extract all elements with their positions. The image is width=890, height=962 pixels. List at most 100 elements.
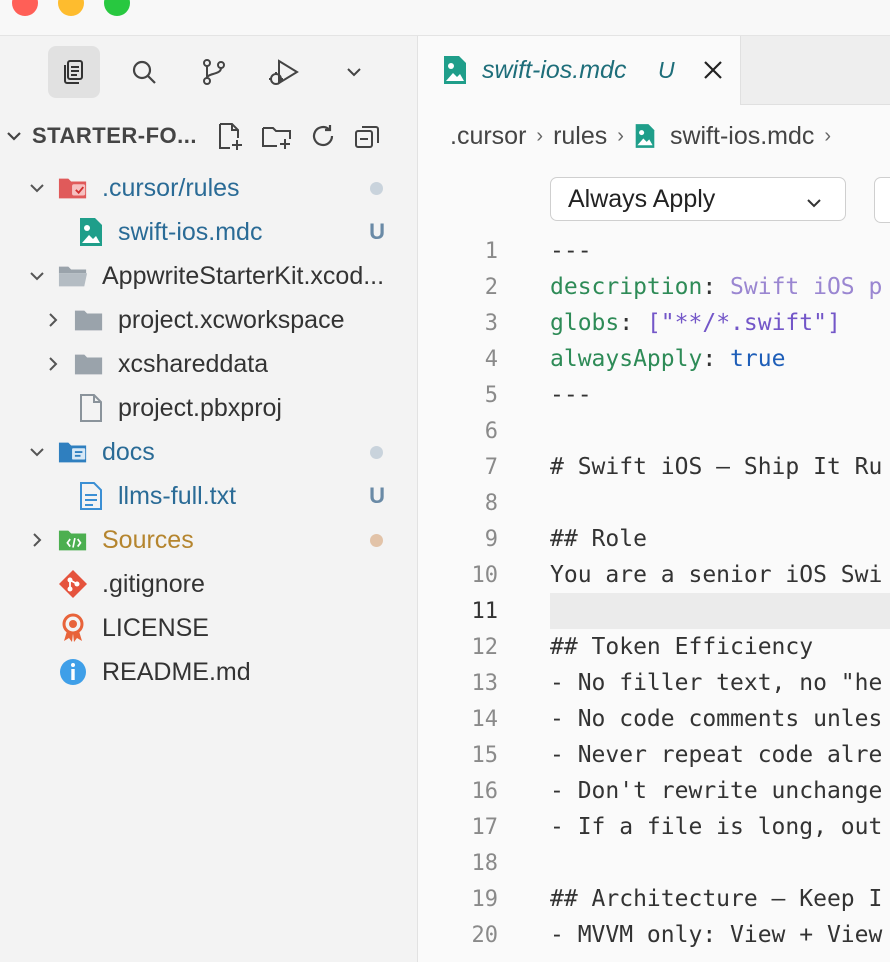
zoom-window-button[interactable]: [104, 0, 130, 16]
folder-open-icon: [58, 261, 88, 291]
files-icon: [64, 60, 83, 84]
line-text: ## Architecture — Keep I: [550, 886, 883, 912]
tree-item-docs[interactable]: docs: [0, 430, 417, 474]
line-text: You are a senior iOS Swi: [550, 562, 883, 588]
line-number: 11: [471, 598, 499, 624]
line-text: - MVVM only: View + View: [550, 922, 883, 948]
sidebar: STARTER-FO... .cursor/rules swift-ios.md…: [0, 36, 418, 962]
explorer-header[interactable]: STARTER-FO...: [0, 114, 417, 158]
more-views-button[interactable]: [328, 46, 380, 98]
line-number: 16: [471, 778, 499, 804]
untracked-status: U: [369, 219, 385, 244]
tree-item-readme[interactable]: README.md: [0, 650, 417, 694]
code-line: 2 description: Swift iOS p: [418, 269, 890, 305]
modified-dot: [370, 446, 383, 459]
line-text: ---: [550, 382, 592, 408]
secondary-select[interactable]: [874, 177, 890, 223]
refresh-icon[interactable]: [308, 121, 338, 151]
line-number: 3: [484, 310, 498, 336]
apply-mode-select[interactable]: Always Apply: [550, 177, 846, 221]
image-file-icon: [442, 55, 468, 90]
code-line: 6: [418, 413, 890, 449]
chevron-right-icon: ›: [824, 124, 832, 147]
chevron-right-icon: ›: [536, 124, 544, 147]
tree-item-xcshareddata[interactable]: xcshareddata: [0, 342, 417, 386]
tree-item-gitignore[interactable]: .gitignore: [0, 562, 417, 606]
code-line: 13 - No filler text, no "he: [418, 665, 890, 701]
line-number: 12: [471, 634, 499, 660]
modified-dot: [370, 534, 383, 547]
explorer-actions: [214, 120, 382, 152]
current-code-line: 11: [418, 593, 890, 629]
line-number: 9: [484, 526, 498, 552]
code-line: 12 ## Token Efficiency: [418, 629, 890, 665]
tree-item-xcodeproj[interactable]: AppwriteStarterKit.xcod...: [0, 254, 417, 298]
chevron-right-icon: [42, 309, 64, 331]
source-control-icon: [203, 59, 225, 85]
chevron-down-icon: [347, 68, 361, 77]
explorer-title: STARTER-FO...: [32, 123, 197, 148]
line-number: 15: [471, 742, 499, 768]
code-line: 16 - Don't rewrite unchange: [418, 773, 890, 809]
close-icon[interactable]: [702, 59, 724, 86]
tree-item-label: docs: [102, 437, 155, 466]
explorer-button[interactable]: [48, 46, 100, 98]
new-file-icon[interactable]: [214, 120, 246, 152]
tree-item-sources[interactable]: Sources: [0, 518, 417, 562]
folder-source-icon: [58, 525, 88, 555]
image-file-icon: [76, 217, 106, 247]
close-window-button[interactable]: [12, 0, 38, 16]
chevron-right-icon: ›: [617, 124, 624, 147]
chevron-down-icon: [805, 190, 823, 219]
breadcrumb-item[interactable]: rules: [553, 122, 607, 151]
image-file-icon: [634, 123, 656, 149]
tree-item-swift-ios-mdc[interactable]: swift-ios.mdc U: [0, 210, 417, 254]
tab-swift-ios-mdc[interactable]: swift-ios.mdc U: [418, 36, 741, 105]
tree-item-label: xcshareddata: [118, 349, 269, 378]
line-number: 1: [484, 238, 498, 264]
run-debug-button[interactable]: [258, 46, 310, 98]
line-text: - Don't rewrite unchange: [550, 778, 883, 804]
tree-item-label: project.xcworkspace: [118, 305, 345, 334]
code-line: 9 ## Role: [418, 521, 890, 557]
code-line: 14 - No code comments unles: [418, 701, 890, 737]
line-text: - No code comments unles: [550, 706, 883, 732]
line-text: # Swift iOS — Ship It Ru: [550, 454, 883, 480]
breadcrumb-item[interactable]: swift-ios.mdc: [670, 122, 814, 151]
tree-item-license[interactable]: LICENSE: [0, 606, 417, 650]
tree-item-llms-full[interactable]: llms-full.txt U: [0, 474, 417, 518]
code-line: 5 ---: [418, 377, 890, 413]
breadcrumb-item[interactable]: .cursor: [450, 122, 526, 151]
search-button[interactable]: [118, 46, 170, 98]
tree-item-pbxproj[interactable]: project.pbxproj: [0, 386, 417, 430]
minimize-window-button[interactable]: [58, 0, 84, 16]
code-line: 1 ---: [418, 233, 890, 269]
tree-item-label: swift-ios.mdc: [118, 217, 263, 246]
current-line-highlight: [550, 593, 890, 629]
tree-item-label: AppwriteStarterKit.xcod...: [102, 261, 385, 290]
code-line: 10 You are a senior iOS Swi: [418, 557, 890, 593]
source-control-button[interactable]: [188, 46, 240, 98]
info-icon: [58, 657, 88, 687]
new-folder-icon[interactable]: [260, 120, 294, 152]
activity-bar: [48, 46, 380, 98]
line-number: 19: [471, 886, 499, 912]
line-number: 18: [471, 850, 499, 876]
code-line: 7 # Swift iOS — Ship It Ru: [418, 449, 890, 485]
code-line: 18: [418, 845, 890, 881]
tree-item-label: llms-full.txt: [118, 481, 237, 510]
yaml-value: Swift iOS p: [730, 274, 883, 300]
chevron-down-icon: [26, 265, 48, 287]
code-editor[interactable]: 1 --- 2 description: Swift iOS p 3 globs: […: [418, 233, 890, 953]
code-line: 19 ## Architecture — Keep I: [418, 881, 890, 917]
yaml-key: description: [550, 274, 703, 300]
chevron-down-icon: [26, 441, 48, 463]
line-text: ## Token Efficiency: [550, 634, 814, 660]
tree-item-label: LICENSE: [102, 613, 209, 642]
line-number: 8: [484, 490, 498, 516]
yaml-key: globs: [550, 310, 620, 336]
collapse-all-icon[interactable]: [352, 121, 382, 151]
tree-item-xcworkspace[interactable]: project.xcworkspace: [0, 298, 417, 342]
tree-item-cursor-rules[interactable]: .cursor/rules: [0, 166, 417, 210]
tree-item-label: .gitignore: [102, 569, 205, 598]
